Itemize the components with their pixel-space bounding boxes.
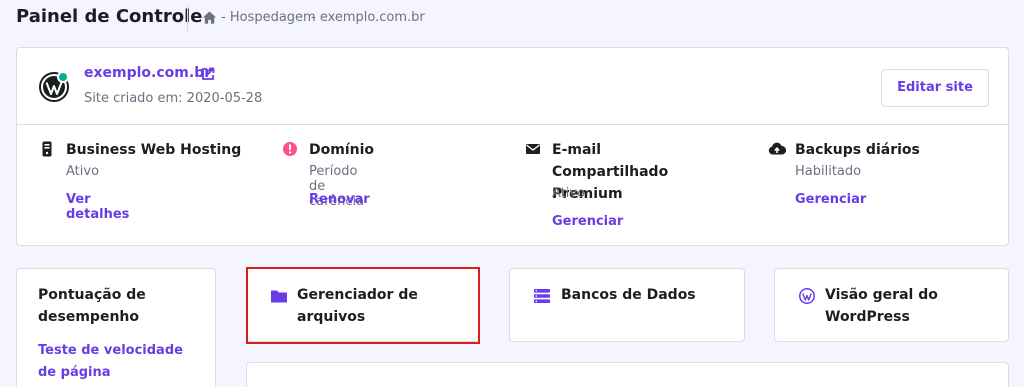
wordpress-icon xyxy=(799,288,815,304)
wordpress-overview-title: Visão geral do WordPress xyxy=(825,287,938,325)
database-icon xyxy=(534,289,550,303)
service-status: Ativo xyxy=(66,164,100,179)
breadcrumb-domain[interactable]: - exemplo.com.br xyxy=(311,10,425,25)
bottom-card xyxy=(246,362,1009,387)
service-title: Backups diários xyxy=(795,142,920,158)
wordpress-overview-card[interactable]: Visão geral do WordPress xyxy=(774,268,1009,342)
site-card: exemplo.com.br Site criado em: 2020-05-2… xyxy=(16,47,1009,246)
mail-icon xyxy=(526,144,540,154)
status-online-indicator xyxy=(57,71,69,83)
performance-score-card[interactable]: Pontuação de desempenho Teste de velocid… xyxy=(16,268,216,387)
cloud-upload-icon xyxy=(768,142,786,155)
service-title: Business Web Hosting xyxy=(66,142,242,158)
site-domain-link[interactable]: exemplo.com.br xyxy=(84,65,211,81)
service-renew-link[interactable]: Renovar xyxy=(309,192,370,207)
site-created-date: Site criado em: 2020-05-28 xyxy=(84,91,263,106)
service-title: Domínio xyxy=(309,142,375,158)
page-title: Painel de Controle xyxy=(16,6,203,27)
top-bar: Painel de Controle - Hospedagem - exempl… xyxy=(0,0,1024,40)
service-details-link[interactable]: Ver detalhes xyxy=(66,192,129,222)
phone-server-icon xyxy=(42,141,52,157)
alert-icon xyxy=(283,142,297,156)
databases-card[interactable]: Bancos de Dados xyxy=(509,268,745,342)
edit-site-button[interactable]: Editar site xyxy=(881,69,989,107)
breadcrumb-hosting[interactable]: - Hospedagem xyxy=(221,10,316,25)
service-status: Ativo xyxy=(552,186,586,201)
external-link-icon[interactable] xyxy=(201,67,215,81)
site-header: exemplo.com.br Site criado em: 2020-05-2… xyxy=(17,48,1008,125)
service-manage-link[interactable]: Gerenciar xyxy=(795,192,866,207)
performance-title: Pontuação de desempenho xyxy=(38,287,146,325)
home-icon[interactable] xyxy=(202,10,217,25)
highlight-box xyxy=(246,267,480,344)
divider xyxy=(187,5,188,33)
databases-title: Bancos de Dados xyxy=(561,287,696,303)
service-manage-link[interactable]: Gerenciar xyxy=(552,214,623,229)
service-status: Habilitado xyxy=(795,164,862,179)
page-speed-test-link[interactable]: Teste de velocidade de página xyxy=(38,340,198,384)
